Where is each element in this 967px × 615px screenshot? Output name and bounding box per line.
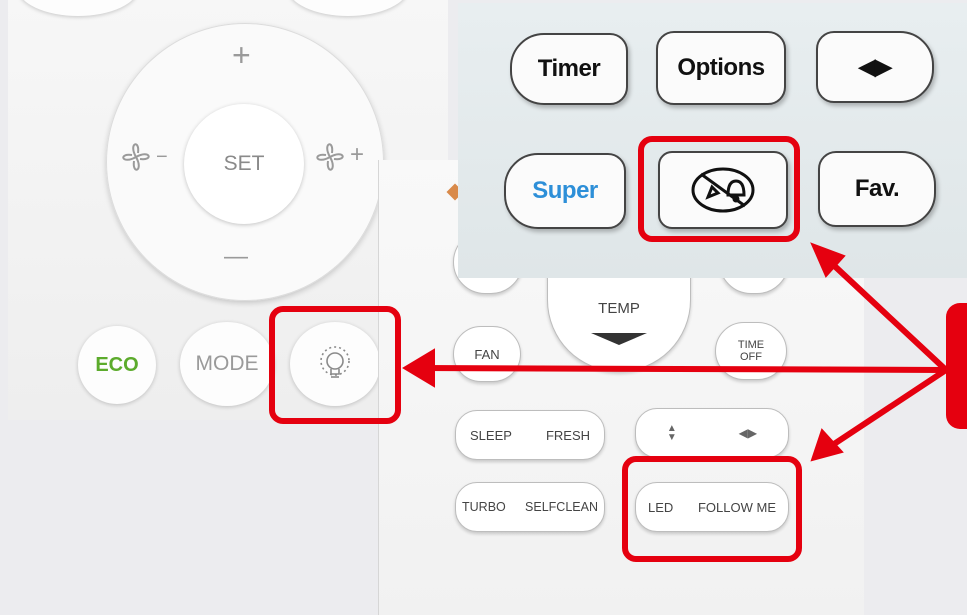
arrow-to-led-button	[825, 367, 949, 451]
annotation-arrows	[402, 242, 949, 462]
arrow-to-left-light-button	[417, 365, 949, 373]
arrow-head-left	[402, 348, 435, 388]
arrow-to-inset-key	[823, 255, 949, 373]
